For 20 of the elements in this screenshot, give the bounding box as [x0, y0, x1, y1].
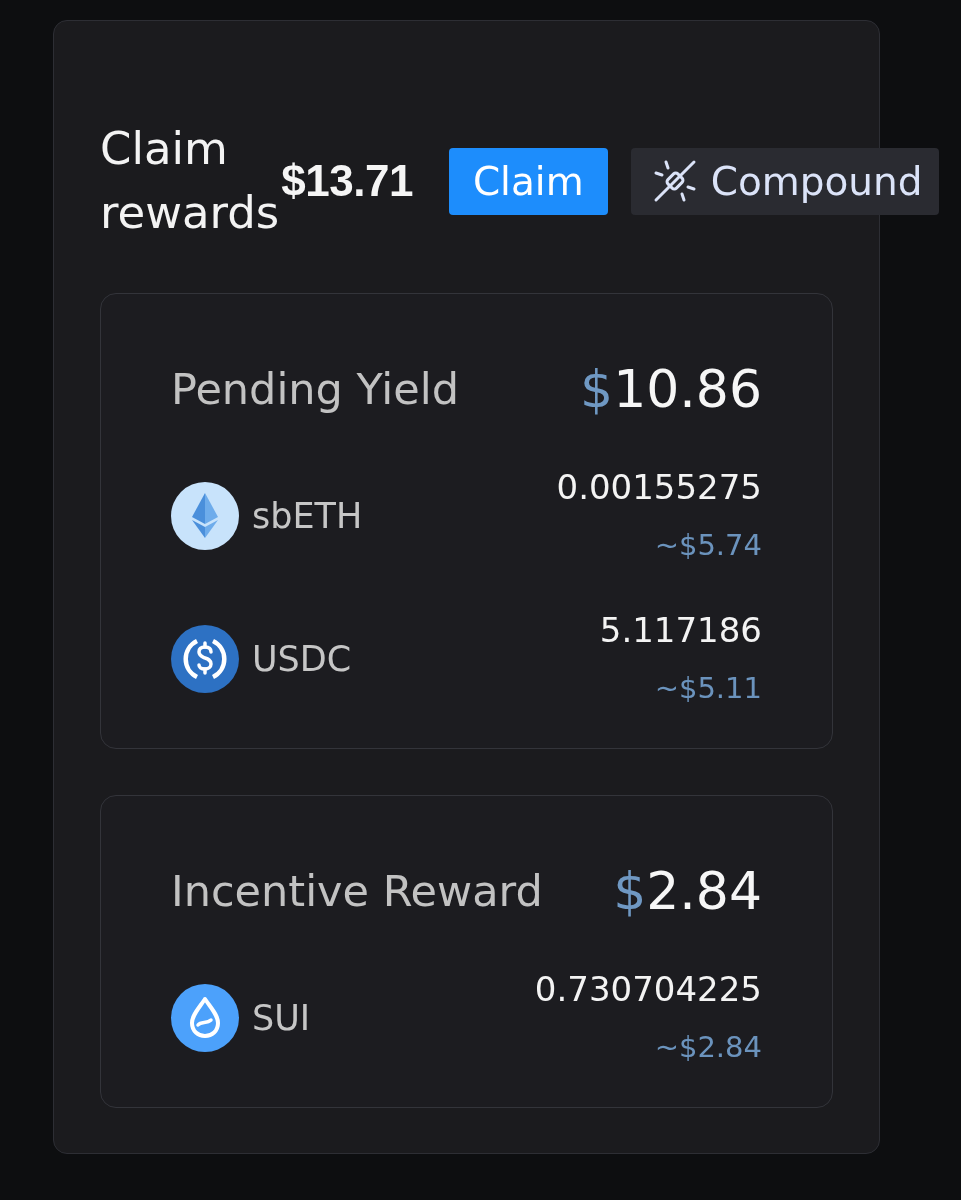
panel-title: Pending Yield	[171, 364, 459, 414]
compound-button[interactable]: Compound	[630, 147, 939, 215]
token-symbol: sbETH	[252, 496, 363, 536]
token-symbol: USDC	[252, 639, 352, 679]
droplet-icon	[171, 984, 239, 1052]
token-amount: 5.117186	[599, 609, 762, 652]
diamond-coin-icon	[171, 482, 239, 550]
token-amount: 0.730704225	[534, 968, 762, 1011]
token-usd-value: ~$5.11	[654, 670, 762, 707]
token-symbol: SUI	[252, 998, 311, 1038]
token-usd-value: ~$2.84	[654, 1029, 762, 1066]
token-usd-value: ~$5.74	[654, 527, 762, 564]
panel-title: Incentive Reward	[171, 866, 543, 916]
token-amount: 0.00155275	[556, 466, 762, 509]
rewards-total: $13.71	[281, 156, 413, 206]
panel-total: $10.86	[580, 359, 762, 419]
panel-total: $2.84	[613, 861, 762, 921]
unplugged-plug-icon	[652, 159, 697, 203]
card-title: Claim rewards	[100, 121, 280, 241]
dollar-coin-icon	[171, 625, 239, 693]
